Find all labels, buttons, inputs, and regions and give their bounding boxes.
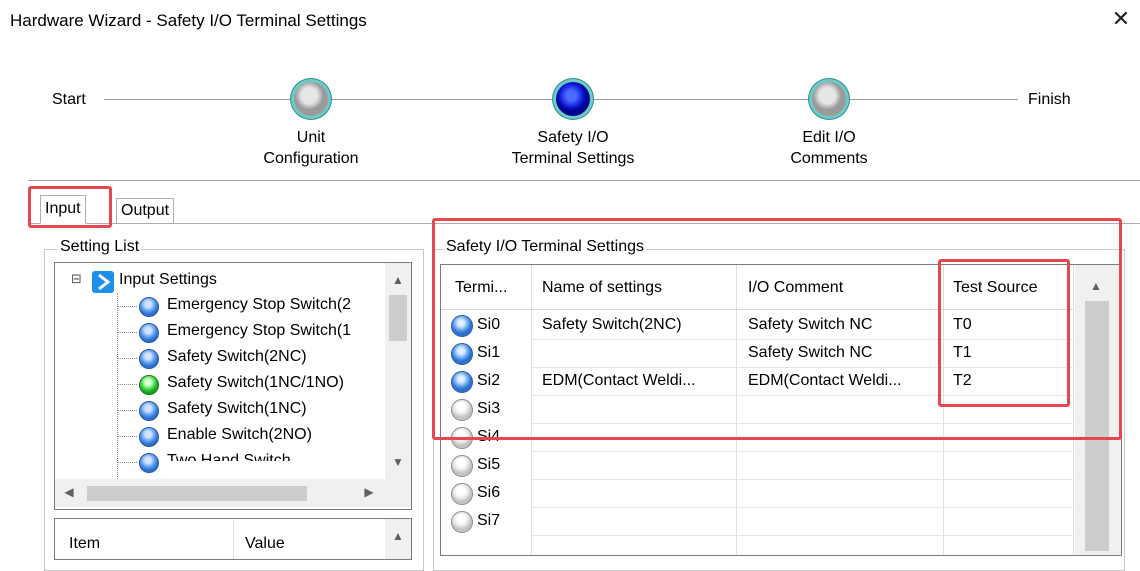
scroll-left-arrow[interactable]: ◀ [59,485,79,499]
tree-item[interactable]: Emergency Stop Switch(2 [167,296,351,314]
tree-guide [117,410,137,411]
progress-line [104,99,292,100]
tree-guide [117,306,137,307]
step-label-line: Configuration [263,150,359,167]
scroll-up-arrow[interactable]: ▲ [388,529,408,543]
terminal-cell[interactable]: Si7 [477,512,500,530]
step-terminal-settings-indicator [556,82,590,116]
row-divider [531,535,1073,536]
step-unit-configuration-label: Unit Configuration [231,127,391,169]
step-label-line: Unit [296,129,326,146]
close-icon[interactable]: ✕ [1107,5,1135,33]
tree-item[interactable]: Enable Switch(2NO) [167,426,312,444]
tree-guide [117,436,137,437]
blue-status-icon [139,453,159,473]
step-edit-comments-label: Edit I/O Comments [749,127,909,169]
terminal-cell[interactable]: Si6 [477,484,500,502]
blue-status-icon [139,349,159,369]
tree-item[interactable]: Safety Switch(1NC) [167,400,307,418]
blue-status-icon [139,401,159,421]
terminal-status-icon [451,455,473,477]
highlight-test-source-column [938,259,1070,407]
progress-line [330,99,554,100]
setting-tree[interactable]: ⊟ Input Settings Emergency Stop Switch(2… [54,262,412,510]
blue-status-icon [139,297,159,317]
terminal-status-icon [451,483,473,505]
progress-line [848,99,1018,100]
row-divider [531,507,1073,508]
green-status-icon [139,375,159,395]
blue-status-icon [139,323,159,343]
tree-item[interactable]: Emergency Stop Switch(1 [167,322,351,340]
column-divider [233,519,234,559]
wizard-finish-label: Finish [1028,91,1071,108]
tab-output[interactable]: Output [116,198,175,224]
input-settings-icon [92,271,114,293]
terminal-cell[interactable]: Si5 [477,456,500,474]
step-edit-comments-indicator [812,82,846,116]
step-label-line: Safety I/O [537,129,609,146]
tree-item[interactable]: Safety Switch(1NC/1NO) [167,374,344,392]
blue-status-icon [139,427,159,447]
wizard-start-label: Start [52,91,86,108]
tree-item[interactable]: Safety Switch(2NC) [167,348,307,366]
scroll-thumb[interactable] [389,295,407,341]
row-divider [531,479,1073,480]
scroll-up-arrow[interactable]: ▲ [388,273,408,287]
column-header-item[interactable]: Item [69,535,100,553]
tree-guide [117,293,118,503]
step-terminal-settings-label: Safety I/O Terminal Settings [493,127,653,169]
divider [28,180,1140,181]
scroll-right-arrow[interactable]: ▶ [359,485,379,499]
tree-guide [117,332,137,333]
scroll-thumb-horizontal[interactable] [87,486,307,501]
progress-line [592,99,810,100]
window-title: Hardware Wizard - Safety I/O Terminal Se… [10,11,367,30]
tree-item[interactable]: Two Hand Switch [167,452,291,461]
row-divider [531,451,1073,452]
step-label-line: Comments [790,150,868,167]
tree-guide [117,358,137,359]
terminal-status-icon [451,511,473,533]
column-header-value[interactable]: Value [245,535,285,553]
scroll-down-arrow[interactable]: ▼ [388,455,408,469]
tree-root-label[interactable]: Input Settings [119,271,217,289]
step-label-line: Edit I/O [802,129,856,146]
step-label-line: Terminal Settings [511,150,635,167]
setting-list-title: Setting List [58,238,142,256]
tree-guide [117,384,137,385]
step-unit-configuration-indicator [294,82,328,116]
highlight-input-tab [28,186,112,228]
tree-guide [117,462,137,463]
collapse-icon[interactable]: ⊟ [71,271,82,287]
